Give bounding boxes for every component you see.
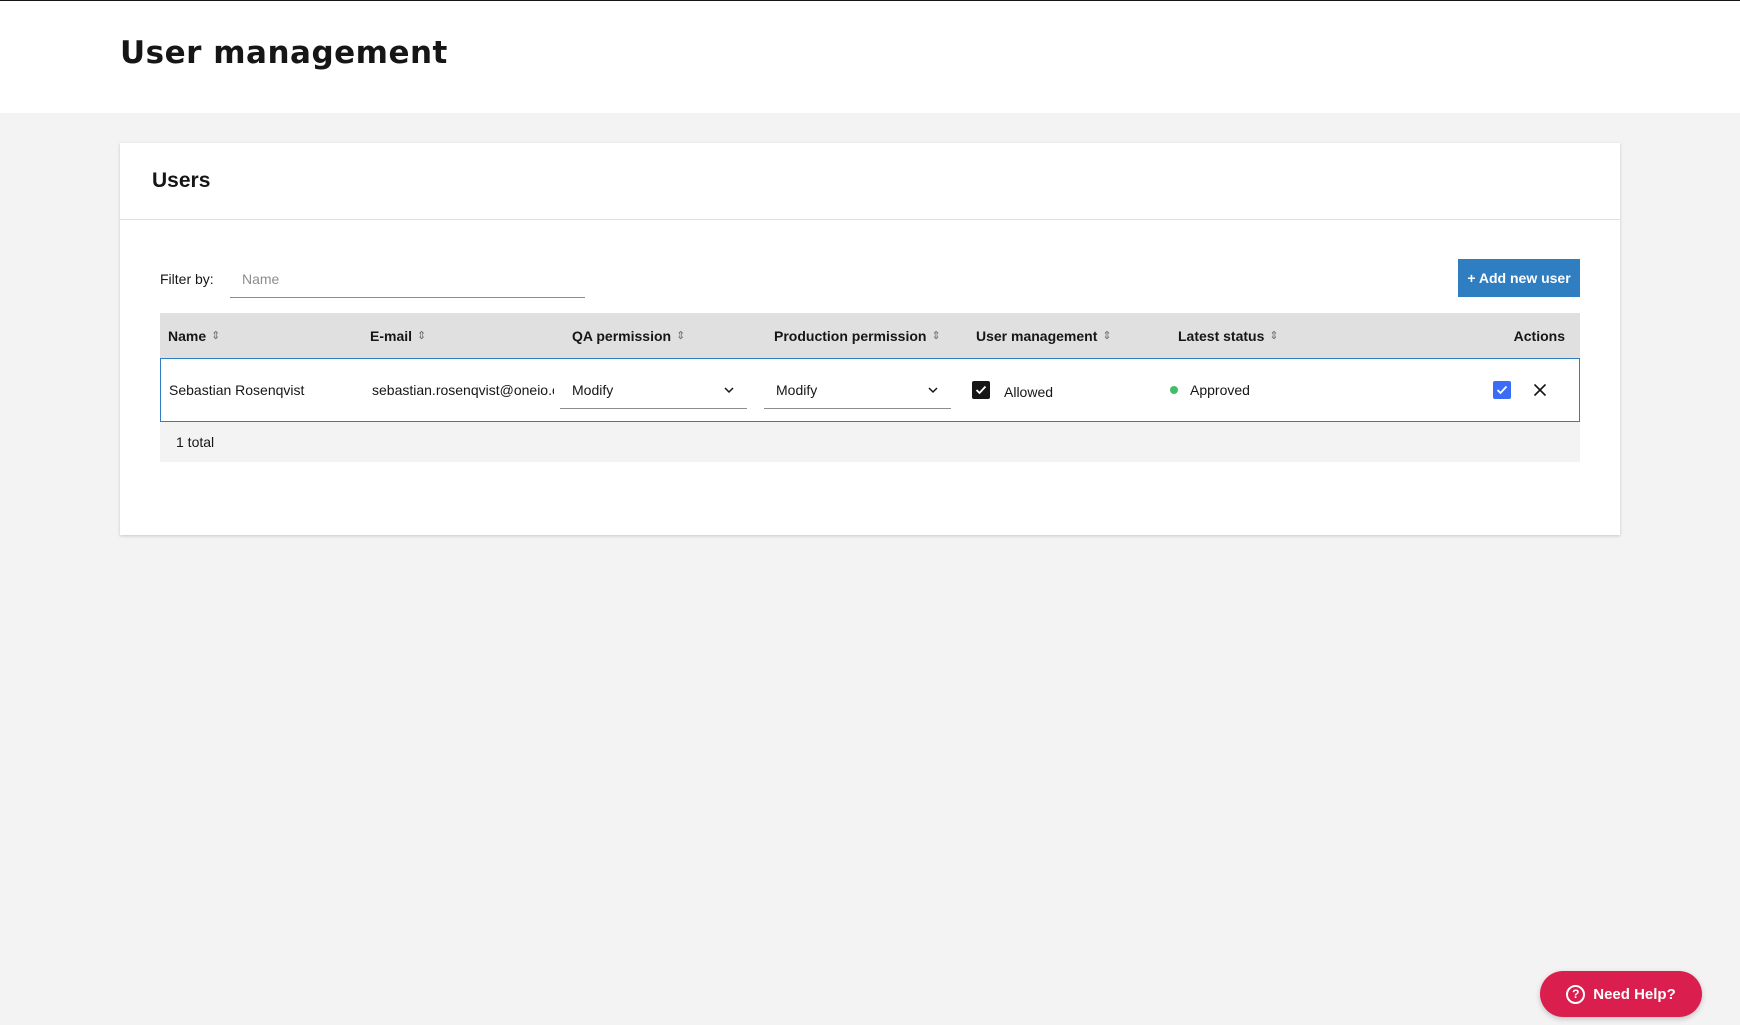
column-header-label: Latest status xyxy=(1178,327,1265,344)
sort-icon: ⇕ xyxy=(211,330,221,342)
chevron-down-icon xyxy=(928,386,938,393)
user-management-checkbox[interactable] xyxy=(972,381,990,399)
card-title: Users xyxy=(152,169,211,192)
column-header-user-management[interactable]: User management ⇕ xyxy=(968,313,1170,358)
need-help-label: Need Help? xyxy=(1593,985,1676,1003)
status-cell: Approved xyxy=(1158,359,1368,421)
sort-icon: ⇕ xyxy=(1102,330,1112,342)
qa-permission-cell: Modify xyxy=(554,359,754,421)
page-title: User management xyxy=(120,35,448,71)
production-permission-select[interactable]: Modify xyxy=(764,371,951,409)
need-help-button[interactable]: ? Need Help? xyxy=(1540,971,1702,1017)
actions-cell xyxy=(1368,359,1579,421)
filter-label: Filter by: xyxy=(160,271,214,287)
help-icon: ? xyxy=(1566,984,1586,1004)
user-management-cell: Allowed xyxy=(958,359,1158,421)
column-header-label: User management xyxy=(976,327,1098,344)
users-card: Users Filter by: + Add new user Name ⇕ E… xyxy=(120,143,1620,535)
approve-checkbox[interactable] xyxy=(1493,381,1511,399)
checkmark-icon xyxy=(1496,385,1508,395)
column-header-name[interactable]: Name ⇕ xyxy=(160,313,362,358)
column-header-email[interactable]: E-mail ⇕ xyxy=(362,313,564,358)
qa-permission-value: Modify xyxy=(572,381,614,398)
status-badge: Approved xyxy=(1190,382,1250,398)
qa-permission-select[interactable]: Modify xyxy=(560,371,747,409)
user-name-cell: Sebastian Rosenqvist xyxy=(169,382,305,398)
user-email-cell: sebastian.rosenqvist@oneio.clou xyxy=(372,382,554,398)
column-header-production-permission[interactable]: Production permission ⇕ xyxy=(766,313,968,358)
column-header-label: QA permission xyxy=(572,327,672,344)
sort-icon: ⇕ xyxy=(1269,330,1279,342)
table-footer: 1 total xyxy=(160,422,1580,462)
page-header: User management xyxy=(0,1,1740,113)
users-table: Name ⇕ E-mail ⇕ QA permission ⇕ Producti… xyxy=(160,313,1580,462)
close-icon[interactable] xyxy=(1533,383,1547,397)
column-header-label: Name xyxy=(168,327,207,344)
table-row: Sebastian Rosenqvist sebastian.rosenqvis… xyxy=(160,358,1580,422)
column-header-label: Production permission xyxy=(774,327,927,344)
sort-icon: ⇕ xyxy=(931,330,941,342)
status-dot-icon xyxy=(1170,386,1178,394)
table-header: Name ⇕ E-mail ⇕ QA permission ⇕ Producti… xyxy=(160,313,1580,358)
add-new-user-button[interactable]: + Add new user xyxy=(1458,259,1580,297)
column-header-latest-status[interactable]: Latest status ⇕ xyxy=(1170,313,1380,358)
filter-name-input[interactable] xyxy=(230,260,585,298)
column-header-label: Actions xyxy=(1513,327,1565,344)
column-header-actions: Actions xyxy=(1380,313,1580,358)
chevron-down-icon xyxy=(724,386,734,393)
user-management-label: Allowed xyxy=(1004,383,1054,400)
checkmark-icon xyxy=(975,385,987,395)
total-count: 1 total xyxy=(176,434,215,450)
production-permission-cell: Modify xyxy=(754,359,958,421)
sort-icon: ⇕ xyxy=(676,330,686,342)
column-header-label: E-mail xyxy=(370,327,413,344)
column-header-qa-permission[interactable]: QA permission ⇕ xyxy=(564,313,766,358)
card-header: Users xyxy=(120,143,1620,220)
production-permission-value: Modify xyxy=(776,381,818,398)
sort-icon: ⇕ xyxy=(417,330,427,342)
